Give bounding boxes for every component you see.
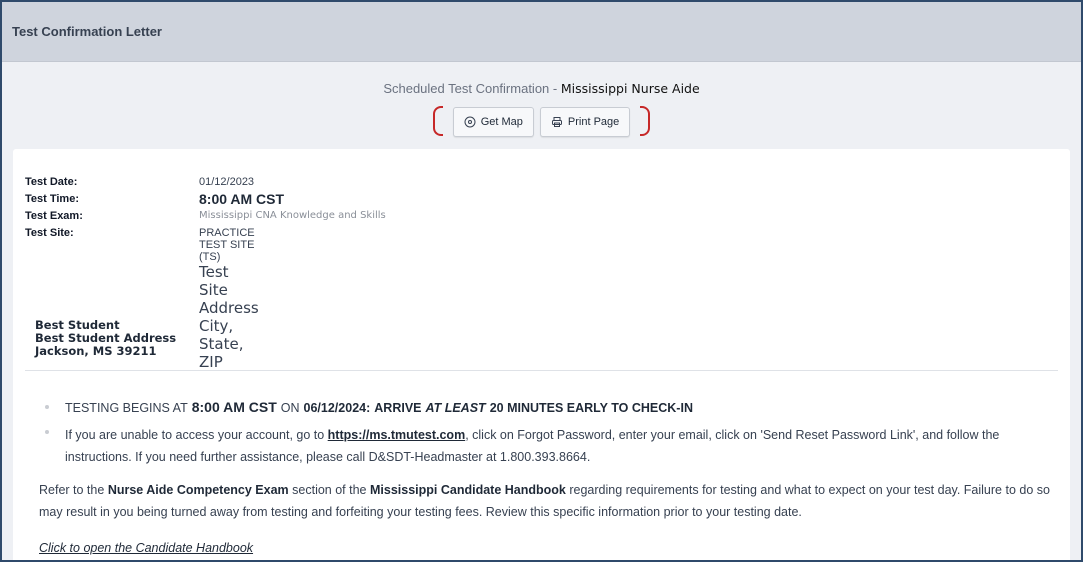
student-city: Jackson, MS 39211 [35, 344, 157, 358]
confirmation-window: Test Confirmation Letter Scheduled Test … [0, 0, 1083, 562]
action-buttons: Get Map Print Page [2, 106, 1081, 137]
test-site-address: Test Site Address [199, 263, 259, 317]
test-site-city: City, State, ZIP [199, 317, 244, 371]
confirmation-lead: Scheduled Test Confirmation - [383, 81, 558, 96]
print-page-button[interactable]: Print Page [539, 107, 631, 137]
confirmation-title: Scheduled Test Confirmation - Mississipp… [2, 81, 1081, 96]
handbook-paragraph: Refer to the Nurse Aide Competency Exam … [39, 479, 1069, 523]
print-page-label: Print Page [567, 116, 620, 128]
test-time-label: Test Time: [25, 193, 79, 205]
check-in-lead: TESTING BEGINS AT [65, 401, 188, 415]
check-in-on: ON [280, 401, 300, 415]
paragraph-middle: section of the [292, 483, 367, 497]
exam-program: Mississippi Nurse Aide [560, 81, 700, 96]
notice-item-account-help: If you are unable to access your account… [45, 424, 1055, 468]
highlight-bracket-left [432, 106, 443, 136]
student-address-block: Best Student Best Student Address Jackso… [35, 319, 176, 358]
test-time-value: 8:00 AM CST [199, 191, 285, 207]
check-in-arrive: ARRIVE [374, 401, 422, 415]
test-date-label: Test Date: [25, 176, 78, 188]
title-bar: Test Confirmation Letter [2, 2, 1081, 62]
highlight-bracket-right [640, 106, 651, 136]
exam-section-name: Nurse Aide Competency Exam [107, 483, 289, 497]
check-in-at-least: AT LEAST [425, 401, 486, 415]
notice-list: TESTING BEGINS AT 8:00 AM CST ON 06/12/2… [45, 399, 1055, 468]
test-site-label: Test Site: [25, 227, 74, 239]
test-exam-label: Test Exam: [25, 210, 83, 222]
paragraph-lead: Refer to the [39, 483, 105, 497]
check-in-instruction: 20 MINUTES EARLY TO CHECK-IN [489, 401, 693, 415]
check-in-time: 8:00 AM CST [191, 399, 277, 415]
notice-item-check-in: TESTING BEGINS AT 8:00 AM CST ON 06/12/2… [45, 399, 1055, 421]
bullet-dot [45, 405, 49, 409]
get-map-button[interactable]: Get Map [452, 107, 534, 137]
get-map-label: Get Map [480, 116, 523, 128]
location-pin-icon [464, 116, 476, 128]
test-site-name: PRACTICE TEST SITE (TS) [199, 227, 255, 263]
test-site-block: PRACTICE TEST SITE (TS) Test Site Addres… [199, 227, 259, 371]
section-divider [25, 370, 1058, 371]
printer-icon [551, 117, 562, 127]
handbook-name: Mississippi Candidate Handbook [370, 483, 566, 497]
bullet-dot [45, 430, 49, 434]
window-title: Test Confirmation Letter [12, 24, 162, 39]
test-exam-value: Mississippi CNA Knowledge and Skills [199, 210, 386, 221]
confirmation-header: Scheduled Test Confirmation - Mississipp… [2, 62, 1081, 149]
candidate-handbook-link[interactable]: Click to open the Candidate Handbook [39, 541, 253, 555]
account-help-lead: If you are unable to access your account… [65, 428, 325, 442]
test-date-value: 01/12/2023 [199, 176, 255, 188]
confirmation-card: Test Date: 01/12/2023 Test Time: 8:00 AM… [13, 149, 1070, 560]
check-in-date: 06/12/2024: [303, 401, 371, 415]
tmutest-link[interactable]: https://ms.tmutest.com [328, 428, 466, 442]
